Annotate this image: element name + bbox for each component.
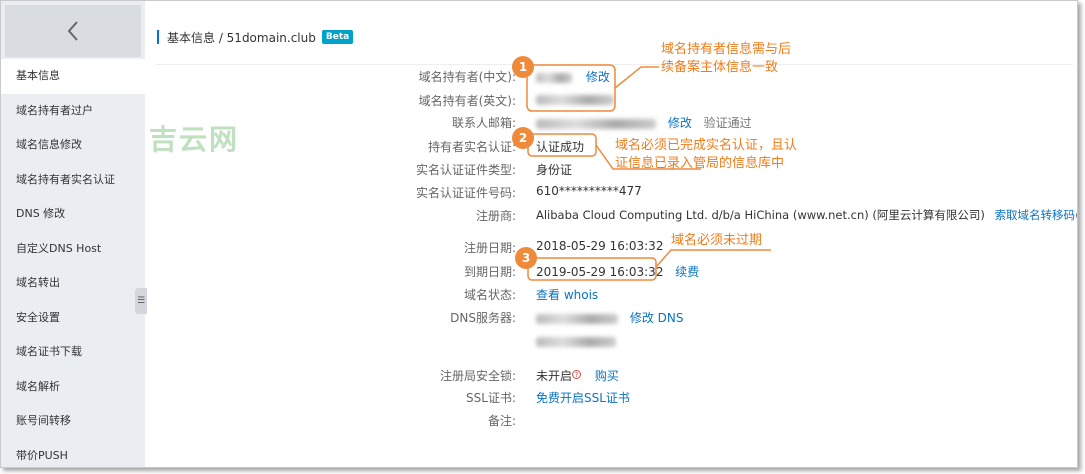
annotation-2-text: 域名必须已完成实名认证，且认 证信息已录入管局的信息库中 (615, 138, 798, 171)
sidebar-item-owner-transfer[interactable]: 域名持有者过户 (1, 94, 145, 129)
modify-dns-link[interactable]: 修改 DNS (630, 311, 684, 325)
annotation-1-text: 域名持有者信息需与后 续备案主体信息一致 (661, 42, 792, 75)
lock-label: 注册局安全锁: (439, 369, 516, 383)
cert-type-label: 实名认证证件类型: (415, 163, 516, 177)
registrar-value: Alibaba Cloud Computing Ltd. d/b/a HiChi… (536, 208, 985, 222)
owner-en-label: 域名持有者(英文): (418, 94, 516, 108)
dns-label: DNS服务器: (450, 311, 516, 325)
note-label: 备注: (487, 414, 516, 428)
breadcrumb-text: 基本信息 / 51domain.club (167, 30, 316, 45)
owner-cn-label: 域名持有者(中文): (418, 70, 516, 84)
sidebar-item-transfer-out[interactable]: 域名转出 (1, 266, 145, 301)
owner-cn-modify-link[interactable]: 修改 (586, 70, 610, 84)
lock-value: 未开启 (536, 369, 573, 383)
sidebar-item-basic-info[interactable]: 基本信息 (1, 59, 145, 94)
whois-link[interactable]: 查看 whois (536, 286, 598, 303)
sidebar-item-custom-dns-host[interactable]: 自定义DNS Host (1, 232, 145, 267)
renew-link[interactable]: 续费 (675, 265, 699, 279)
sidebar-item-dns-modify[interactable]: DNS 修改 (1, 197, 145, 232)
exp-date-label: 到期日期: (463, 265, 516, 279)
cert-no-label: 实名认证证件号码: (415, 186, 516, 200)
sidebar-item-info-modify[interactable]: 域名信息修改 (1, 128, 145, 163)
realname-value: 认证成功 (536, 140, 585, 154)
owner-en-value (536, 92, 614, 106)
email-value: 修改 验证通过 (536, 114, 752, 131)
reg-date-label: 注册日期: (463, 241, 516, 255)
collapse-sidebar-toggle[interactable]: ☰ (135, 288, 147, 314)
sidebar-item-security[interactable]: 安全设置 (1, 301, 145, 336)
sidebar-item-realname-auth[interactable]: 域名持有者实名认证 (1, 163, 145, 198)
exp-date-row: 2019-05-29 16:03:32 续费 (536, 263, 699, 280)
domain-status-label: 域名状态: (463, 288, 516, 302)
reg-date-value: 2018-05-29 16:03:32 (536, 239, 664, 253)
sidebar-item-push[interactable]: 带价PUSH (1, 439, 145, 468)
back-button[interactable] (5, 5, 141, 57)
ssl-label: SSL证书: (466, 391, 516, 405)
warning-icon: ? (572, 370, 582, 379)
sidebar: 基本信息 域名持有者过户 域名信息修改 域名持有者实名认证 DNS 修改 自定义… (1, 1, 145, 468)
registrar-row: Alibaba Cloud Computing Ltd. d/b/a HiChi… (536, 207, 1077, 223)
sidebar-nav: 基本信息 域名持有者过户 域名信息修改 域名持有者实名认证 DNS 修改 自定义… (1, 59, 145, 468)
dns-row: 修改 DNS (536, 309, 683, 326)
cert-type-value: 身份证 (536, 163, 573, 177)
collapse-icon: ☰ (136, 296, 146, 306)
email-modify-link[interactable]: 修改 (668, 116, 692, 130)
dns-server-2 (536, 334, 616, 348)
dns-server-2-blurred (536, 336, 616, 347)
annotation-3-text: 域名必须未过期 (671, 233, 763, 248)
owner-cn-blurred (536, 72, 572, 83)
sidebar-item-account-transfer[interactable]: 账号间转移 (1, 404, 145, 439)
owner-en-blurred (536, 94, 614, 105)
help-icon[interactable]: ? (1076, 211, 1077, 220)
annotation-badge-1: 1 (512, 56, 534, 78)
chevron-left-icon (67, 21, 78, 41)
annotation-badge-3: 3 (515, 247, 537, 269)
owner-cn-value: 修改 (536, 68, 610, 85)
breadcrumb: 基本信息 / 51domain.club Beta (157, 28, 354, 46)
email-blurred (536, 118, 656, 129)
divider (155, 64, 1073, 65)
watermark: 吉云网 (149, 123, 240, 156)
sidebar-item-dns-resolve[interactable]: 域名解析 (1, 370, 145, 405)
email-label: 联系人邮箱: (451, 116, 516, 130)
realname-label: 持有者实名认证: (427, 140, 516, 154)
dns-server-1-blurred (536, 313, 618, 324)
exp-date-value: 2019-05-29 16:03:32 (536, 265, 664, 279)
ssl-link[interactable]: 免费开启SSL证书 (536, 389, 630, 406)
lock-row: 未开启? 购买 (536, 367, 619, 384)
sidebar-item-cert-download[interactable]: 域名证书下载 (1, 335, 145, 370)
buy-link[interactable]: 购买 (595, 369, 619, 383)
beta-badge: Beta (321, 30, 354, 44)
cert-no-value: 610**********477 (536, 184, 642, 198)
annotation-badge-2: 2 (512, 127, 534, 149)
registrar-label: 注册商: (475, 209, 516, 223)
window-frame: 基本信息 域名持有者过户 域名信息修改 域名持有者实名认证 DNS 修改 自定义… (0, 0, 1078, 468)
transfer-code-link[interactable]: 索取域名转移码 (995, 208, 1076, 222)
email-status: 验证通过 (703, 116, 752, 130)
breadcrumb-bar (157, 30, 159, 44)
